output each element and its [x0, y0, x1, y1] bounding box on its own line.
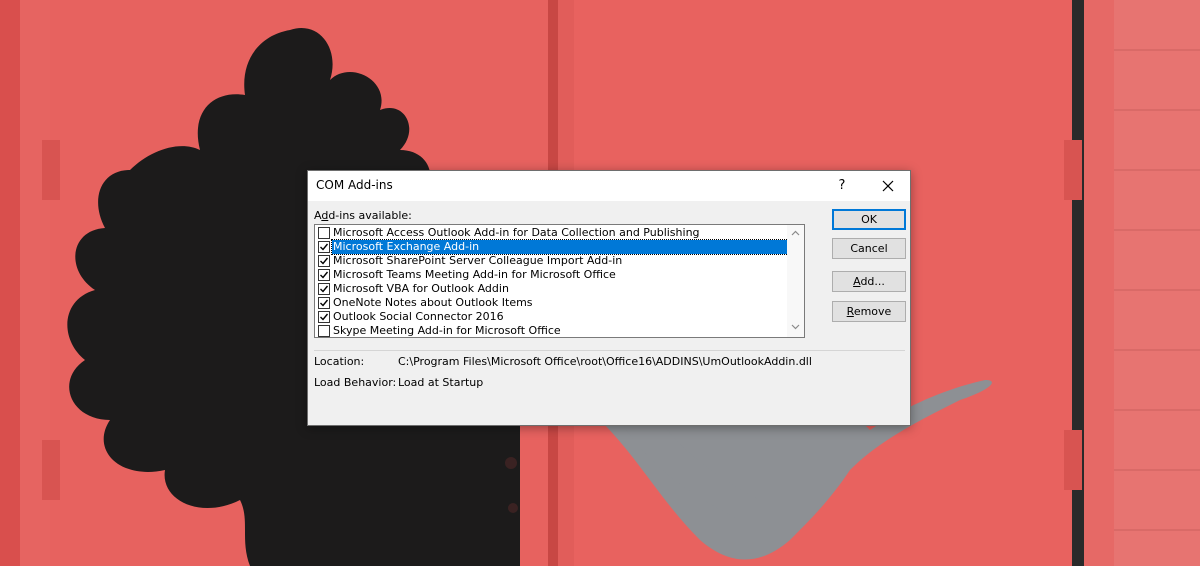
addin-label: Microsoft SharePoint Server Colleague Im…: [333, 254, 623, 267]
checkmark-icon: [320, 257, 329, 265]
addin-list-item[interactable]: Microsoft Access Outlook Add-in for Data…: [317, 226, 803, 240]
dialog-titlebar[interactable]: COM Add-ins ?: [308, 171, 910, 201]
addin-checkbox[interactable]: [318, 255, 330, 267]
checkmark-icon: [320, 243, 329, 251]
addin-label: Microsoft VBA for Outlook Addin: [333, 282, 509, 295]
addin-list-item[interactable]: Microsoft SharePoint Server Colleague Im…: [317, 254, 803, 268]
cancel-button[interactable]: Cancel: [832, 238, 906, 259]
remove-button[interactable]: Remove: [832, 301, 906, 322]
close-icon: [882, 180, 894, 192]
scroll-down-arrow[interactable]: [787, 321, 804, 335]
listbox-scrollbar[interactable]: [787, 225, 804, 337]
addin-label: OneNote Notes about Outlook Items: [333, 296, 533, 309]
chevron-down-icon: [791, 324, 800, 330]
addin-checkbox[interactable]: [318, 283, 330, 295]
load-behavior-value: Load at Startup: [398, 376, 484, 389]
addin-checkbox[interactable]: [318, 227, 330, 239]
addin-label: Skype Meeting Add-in for Microsoft Offic…: [333, 324, 561, 337]
addin-label: Outlook Social Connector 2016: [333, 310, 504, 323]
addin-label: Microsoft Exchange Add-in: [331, 239, 804, 255]
separator: [314, 350, 905, 351]
addins-listbox[interactable]: Microsoft Access Outlook Add-in for Data…: [314, 224, 805, 338]
location-value: C:\Program Files\Microsoft Office\root\O…: [398, 355, 812, 368]
scroll-up-arrow[interactable]: [787, 227, 804, 241]
addin-list-item[interactable]: OneNote Notes about Outlook Items: [317, 296, 803, 310]
checkmark-icon: [320, 299, 329, 307]
addin-checkbox[interactable]: [318, 311, 330, 323]
addin-checkbox[interactable]: [318, 297, 330, 309]
addin-checkbox[interactable]: [318, 269, 330, 281]
addin-checkbox[interactable]: [318, 325, 330, 337]
close-button[interactable]: [866, 171, 910, 201]
help-button[interactable]: ?: [820, 171, 864, 201]
addin-label: Microsoft Teams Meeting Add-in for Micro…: [333, 268, 616, 281]
load-behavior-label: Load Behavior:: [314, 376, 397, 389]
checkmark-icon: [320, 313, 329, 321]
addin-checkbox[interactable]: [318, 241, 330, 253]
addin-list-item[interactable]: Microsoft Exchange Add-in: [317, 239, 804, 255]
com-addins-dialog: COM Add-ins ? Add-ins available: Microso…: [307, 170, 911, 426]
addin-list-item[interactable]: Outlook Social Connector 2016: [317, 310, 803, 324]
addin-list-item[interactable]: Microsoft Teams Meeting Add-in for Micro…: [317, 268, 803, 282]
addin-label: Microsoft Access Outlook Add-in for Data…: [333, 226, 700, 239]
add-button[interactable]: Add...: [832, 271, 906, 292]
addin-list-item[interactable]: Microsoft VBA for Outlook Addin: [317, 282, 803, 296]
dialog-title: COM Add-ins: [316, 178, 393, 192]
addin-list-item[interactable]: Skype Meeting Add-in for Microsoft Offic…: [317, 324, 803, 337]
checkmark-icon: [320, 285, 329, 293]
addins-available-label: Add-ins available:: [314, 209, 412, 222]
checkmark-icon: [320, 271, 329, 279]
chevron-up-icon: [791, 230, 800, 236]
location-label: Location:: [314, 355, 365, 368]
ok-button[interactable]: OK: [832, 209, 906, 230]
